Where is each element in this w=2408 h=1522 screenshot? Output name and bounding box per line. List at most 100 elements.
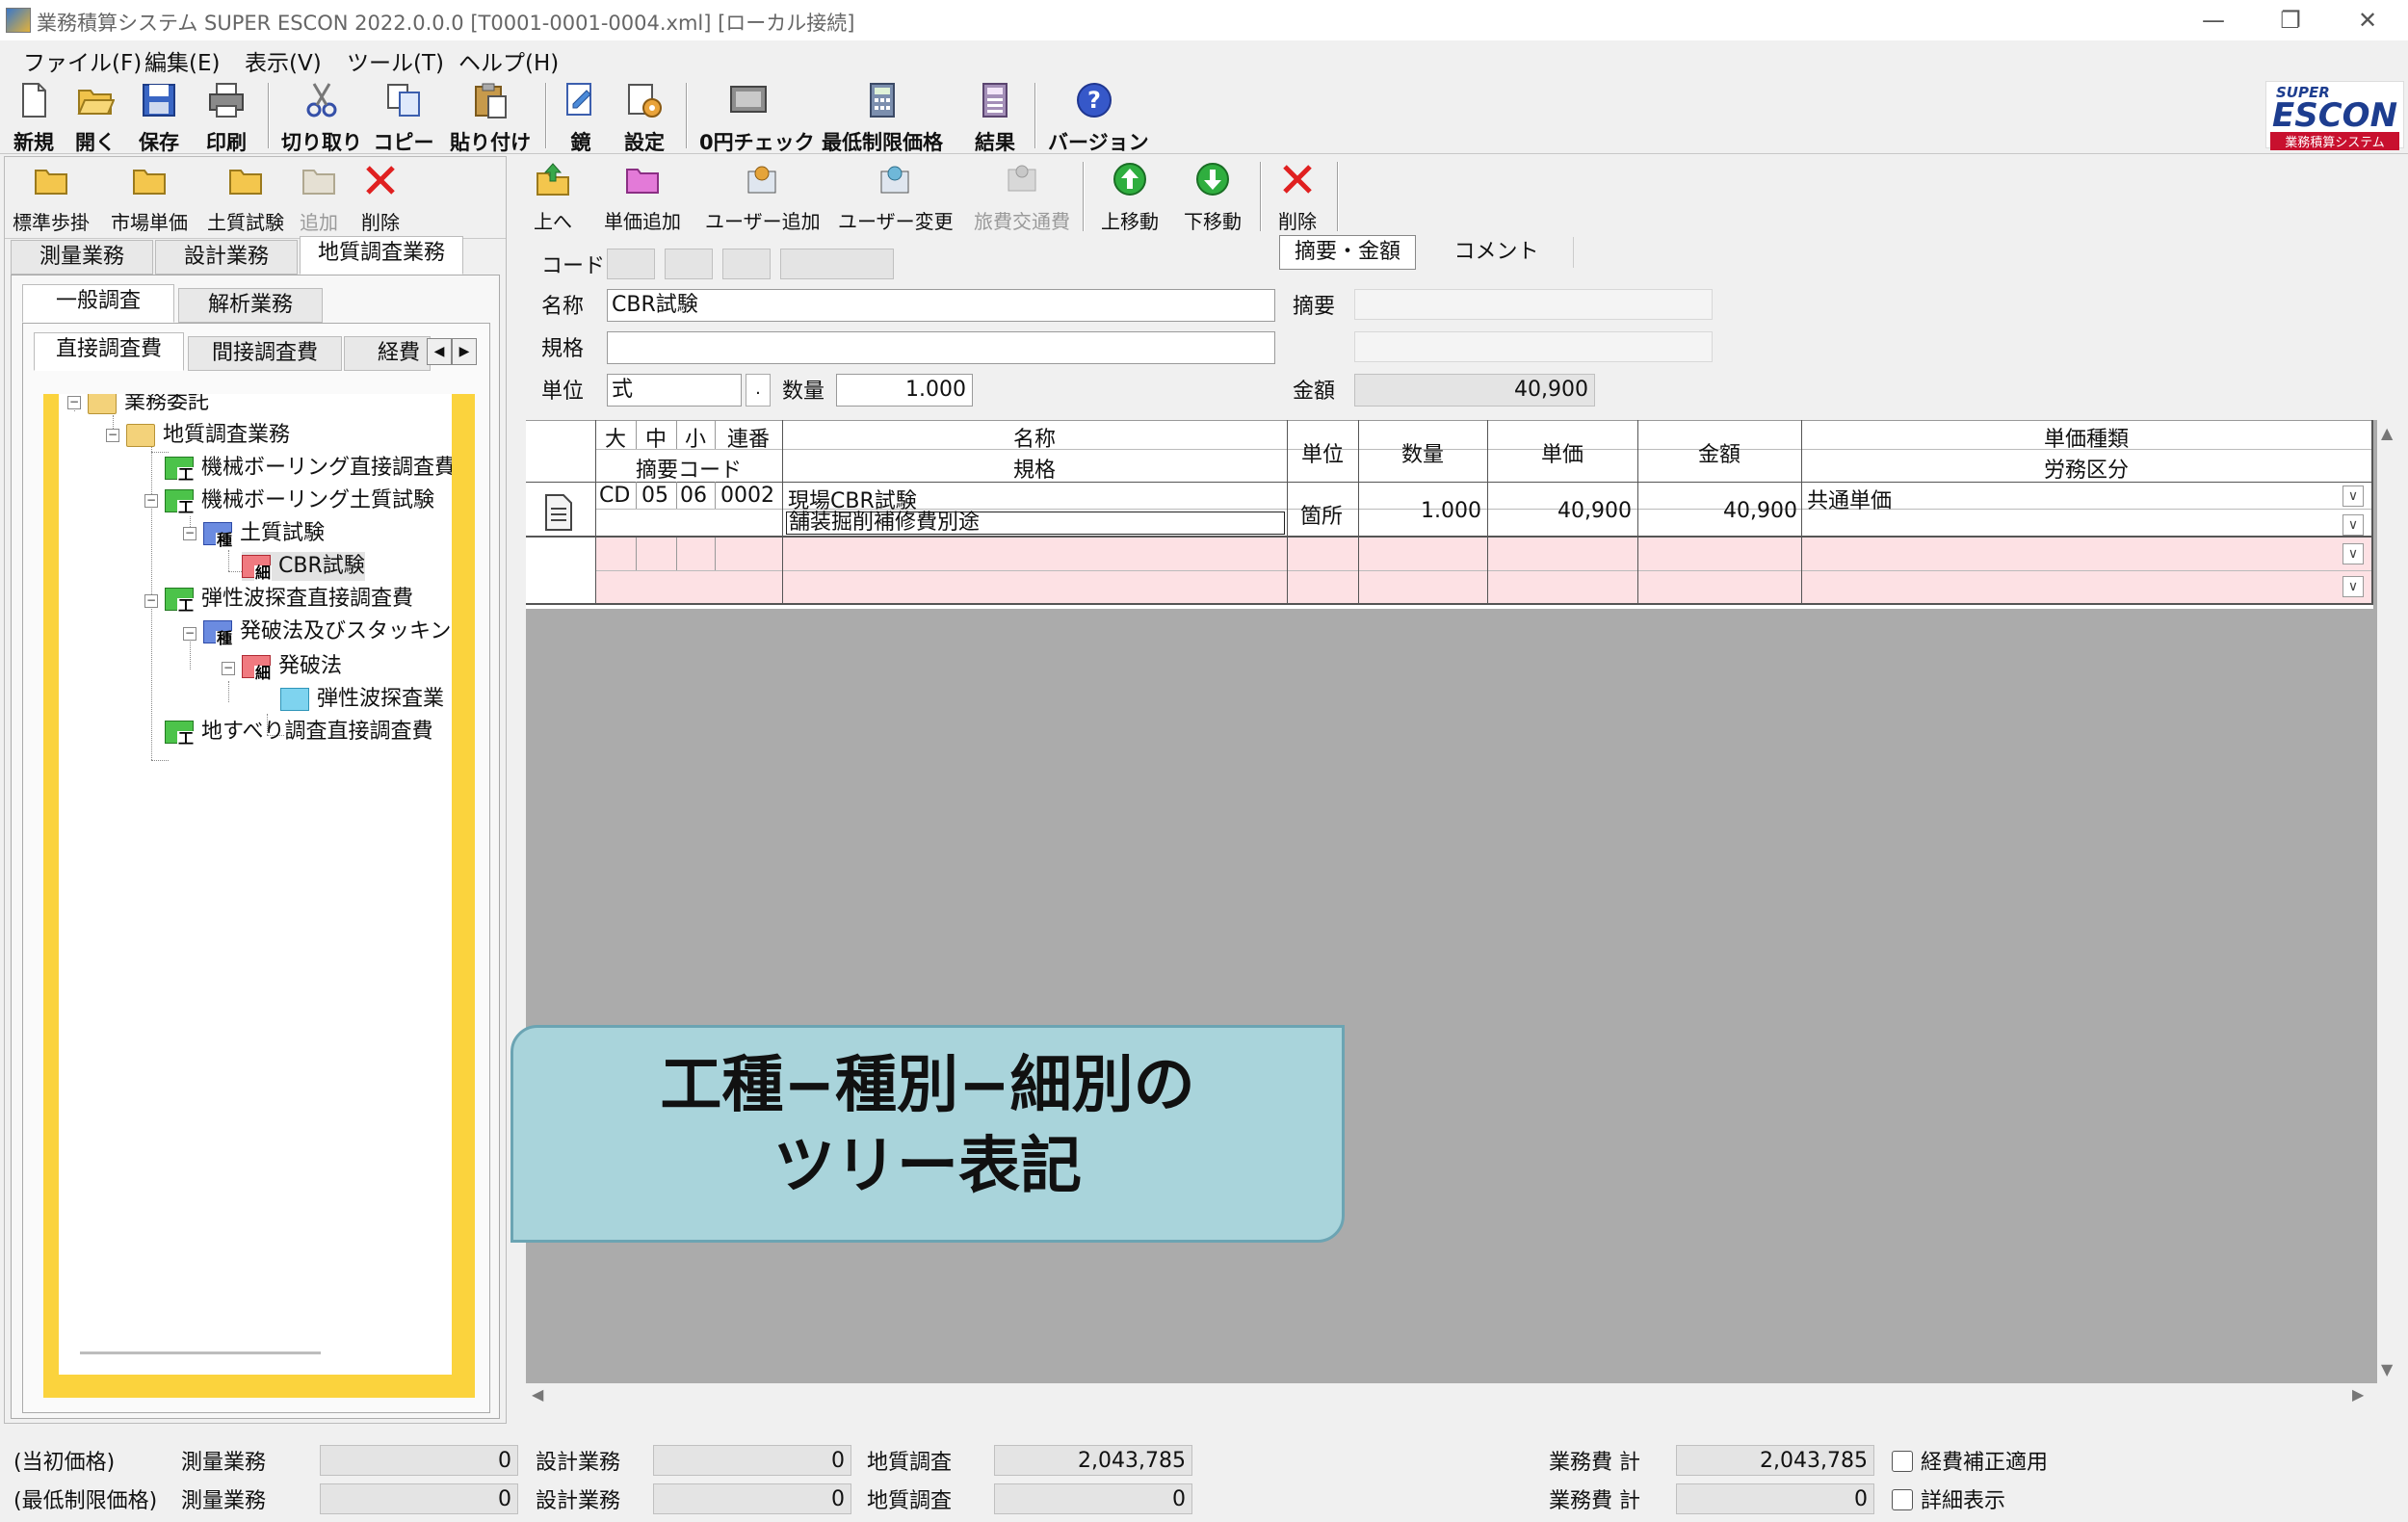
tree-collapse-toggle[interactable]: − [222, 662, 235, 675]
unit-picker-button[interactable]: . [746, 374, 771, 407]
scroll-left-arrow[interactable]: ◀ [532, 1385, 543, 1404]
tab-indirect-cost[interactable]: 間接調査費 [188, 336, 342, 371]
name-field[interactable]: CBR試験 [607, 289, 1275, 322]
restore-button[interactable]: ❐ [2262, 4, 2319, 37]
tree-node-seismic-work[interactable]: 弾性波探査業 [280, 685, 444, 714]
quantity-field[interactable]: 1.000 [836, 374, 973, 407]
new-button[interactable]: 新規 [10, 81, 58, 154]
code-chu-field[interactable] [665, 249, 713, 279]
tab-expenses[interactable]: 経費 [344, 336, 431, 371]
tab-analysis[interactable]: 解析業務 [178, 288, 323, 323]
tab-summary-amount[interactable]: 摘要・金額 [1279, 235, 1416, 270]
paste-button[interactable]: 貼り付け [449, 81, 532, 154]
zero-yen-check-button[interactable]: 0円チェック [699, 81, 815, 154]
add-user-button[interactable]: ユーザー追加 [705, 162, 821, 237]
add-button[interactable]: 追加 [296, 163, 342, 238]
unit-field[interactable]: 式 [607, 374, 742, 407]
save-button[interactable]: 保存 [135, 81, 183, 154]
open-button[interactable]: 開く [71, 81, 119, 154]
labor-class-dropdown[interactable]: ∨ [2343, 514, 2364, 536]
minimum-price-button[interactable]: 最低制限価格 [815, 81, 950, 154]
tree-node-gyomu-itaku[interactable]: 業務委託 [88, 394, 209, 417]
tab-direct-cost[interactable]: 直接調査費 [34, 332, 184, 371]
tab-scroll-right[interactable]: ▶ [452, 338, 477, 365]
minimize-button[interactable]: — [2185, 4, 2242, 37]
cell-unit[interactable]: 箇所 [1300, 499, 1343, 530]
close-button[interactable]: ✕ [2339, 4, 2396, 37]
tree-node-blasting-stacking[interactable]: 種発破法及びスタッキング [203, 617, 452, 646]
menu-tools[interactable]: ツール(T) [347, 44, 444, 77]
market-price-button[interactable]: 市場単価 [105, 163, 194, 238]
tab-scroll-left[interactable]: ◀ [427, 338, 452, 365]
tree-collapse-toggle[interactable]: − [144, 494, 158, 508]
cell-price-type[interactable]: 共通単価 [1807, 484, 1892, 514]
delete-button[interactable]: 削除 [355, 163, 406, 238]
menu-view[interactable]: 表示(V) [245, 44, 322, 77]
tree-node-soil-test[interactable]: 種土質試験 [203, 519, 325, 548]
tree-node-cbr-test[interactable]: 細 CBR試験 [242, 552, 365, 581]
summary-field-2[interactable] [1354, 331, 1713, 362]
tree-hscrollbar[interactable] [80, 1351, 321, 1354]
empty-labor-class-dropdown[interactable]: ∨ [2343, 576, 2364, 597]
grid-vertical-scrollbar[interactable]: ▲ ▼ [2377, 420, 2402, 1383]
delete-row-button[interactable]: 削除 [1273, 162, 1322, 237]
move-up-button[interactable]: 上移動 [1096, 162, 1164, 237]
code-renban-field[interactable] [780, 249, 894, 279]
move-down-button[interactable]: 下移動 [1179, 162, 1246, 237]
print-button[interactable]: 印刷 [202, 81, 250, 154]
version-button[interactable]: ? バージョン [1048, 81, 1149, 154]
price-type-dropdown[interactable]: ∨ [2343, 485, 2364, 507]
tree-collapse-toggle[interactable]: − [67, 396, 81, 409]
tab-geology[interactable]: 地質調査業務 [300, 236, 463, 275]
tree-collapse-toggle[interactable]: − [106, 429, 119, 442]
code-sho-field[interactable] [722, 249, 771, 279]
edit-user-button[interactable]: ユーザー変更 [838, 162, 954, 237]
tree-node-landslide-direct[interactable]: 工地すべり調査直接調査費 [165, 718, 432, 747]
soil-test-button[interactable]: 土質試験 [203, 163, 288, 238]
menu-help[interactable]: ヘルプ(H) [458, 44, 559, 77]
tree-node-seismic-direct[interactable]: 工弾性波探査直接調査費 [165, 585, 413, 614]
settings-button[interactable]: 設定 [618, 81, 670, 154]
cell-unit-price[interactable]: 40,900 [1493, 499, 1632, 523]
tab-survey[interactable]: 測量業務 [11, 240, 153, 275]
cell-sho[interactable]: 06 [680, 484, 707, 508]
mirror-button[interactable]: 鏡 [557, 81, 605, 154]
code-dai-field[interactable] [607, 249, 655, 279]
menu-edit[interactable]: 編集(E) [144, 44, 220, 77]
tab-design[interactable]: 設計業務 [155, 240, 298, 275]
menu-file[interactable]: ファイル(F) [23, 44, 142, 77]
cell-quantity[interactable]: 1.000 [1364, 499, 1481, 523]
work-tree[interactable]: − − − − − − − 業務委託 地質調査業務 工機械ボーリング直接調査費 … [59, 394, 452, 1375]
tree-node-chishitsu[interactable]: 地質調査業務 [126, 421, 290, 450]
detail-grid[interactable]: 大 中 小 連番 摘要コード 名称 規格 単位 数量 単価 金額 単価種類 労務… [526, 420, 2373, 609]
scroll-down-arrow[interactable]: ▼ [2381, 1360, 2393, 1378]
cell-chu[interactable]: 05 [641, 484, 668, 508]
tree-collapse-toggle[interactable]: − [183, 627, 196, 641]
up-button[interactable]: 上へ [532, 162, 574, 237]
cell-spec[interactable]: 舗装掘削補修費別途 [786, 512, 1285, 535]
spec-field[interactable] [607, 331, 1275, 364]
tab-general-survey[interactable]: 一般調査 [22, 284, 174, 323]
detail-view-checkbox[interactable] [1892, 1489, 1913, 1510]
cut-button[interactable]: 切り取り [281, 81, 362, 154]
tree-node-boring-soil[interactable]: 工機械ボーリング土質試験 [165, 486, 434, 515]
result-button[interactable]: 結果 [969, 81, 1021, 154]
add-unit-price-button[interactable]: 単価追加 [601, 162, 684, 237]
cell-renban[interactable]: 0002 [720, 484, 774, 508]
grid-horizontal-scrollbar[interactable]: ◀ ▶ [526, 1383, 2377, 1408]
summary-field-1[interactable] [1354, 289, 1713, 320]
tree-collapse-toggle[interactable]: − [183, 527, 196, 540]
cell-dai[interactable]: CD [599, 484, 630, 508]
tree-node-boring-direct[interactable]: 工機械ボーリング直接調査費 [165, 454, 452, 483]
expense-adjust-checkbox[interactable] [1892, 1451, 1913, 1472]
travel-expense-button[interactable]: 旅費交通費 [969, 162, 1075, 237]
empty-price-type-dropdown[interactable]: ∨ [2343, 543, 2364, 564]
tab-comment[interactable]: コメント [1420, 237, 1574, 268]
tree-node-blasting[interactable]: 細発破法 [242, 652, 342, 681]
copy-button[interactable]: コピー [372, 81, 435, 154]
cell-amount[interactable]: 40,900 [1643, 499, 1797, 523]
scroll-up-arrow[interactable]: ▲ [2381, 424, 2393, 442]
standard-yield-button[interactable]: 標準歩掛 [9, 163, 93, 238]
scroll-right-arrow[interactable]: ▶ [2352, 1385, 2364, 1404]
tree-collapse-toggle[interactable]: − [144, 594, 158, 608]
